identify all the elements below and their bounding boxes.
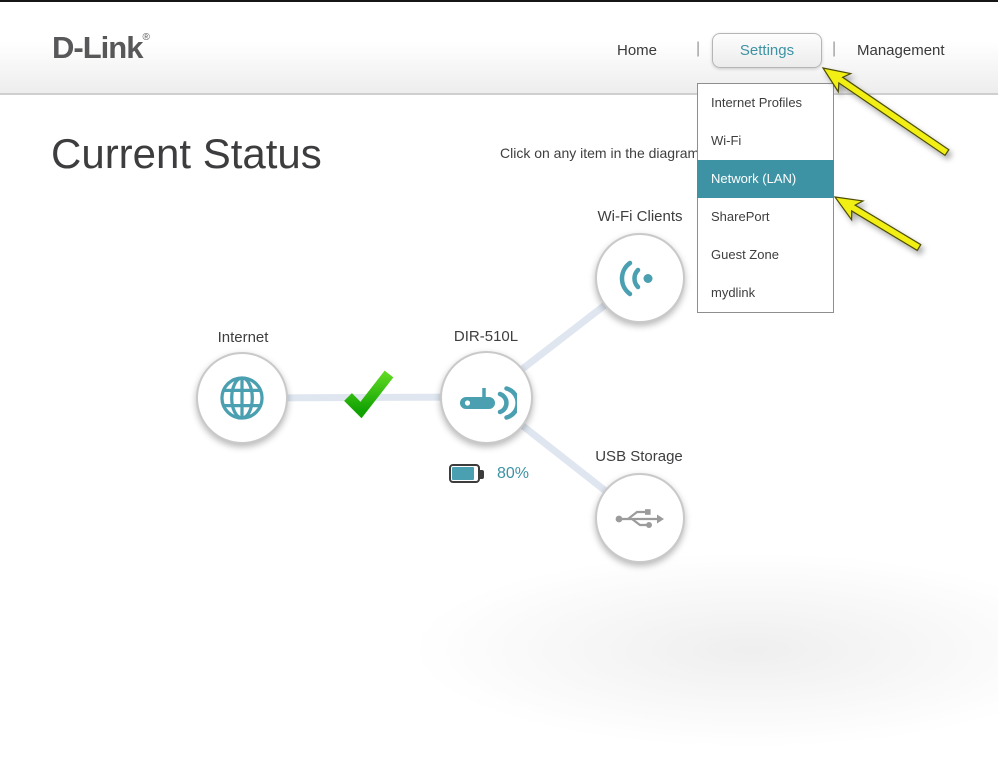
battery-icon: [449, 464, 480, 483]
dlink-logo: D-Link®: [52, 30, 150, 66]
usb-storage-node[interactable]: [595, 473, 685, 563]
globe-icon: [216, 372, 268, 424]
nav-separator: |: [832, 40, 836, 58]
router-icon: [457, 374, 517, 422]
nav-separator: |: [696, 40, 700, 58]
nav-settings-button[interactable]: Settings: [712, 33, 822, 68]
wifi-clients-label: Wi-Fi Clients: [598, 208, 683, 225]
registered-mark: ®: [142, 32, 149, 43]
nav-home[interactable]: Home: [617, 42, 657, 59]
router-label: DIR-510L: [454, 328, 518, 345]
header-bar: D-Link® Home | Settings | Management: [0, 0, 998, 95]
battery-fill: [452, 467, 474, 480]
nav-management[interactable]: Management: [857, 42, 945, 59]
settings-dropdown-menu: Internet Profiles Wi-Fi Network (LAN) Sh…: [697, 83, 834, 313]
connected-check-icon: [343, 369, 395, 419]
usb-icon: [612, 501, 668, 535]
wifi-icon: [617, 256, 663, 300]
internet-node[interactable]: [196, 352, 288, 444]
menu-item-mydlink[interactable]: mydlink: [698, 274, 833, 312]
usb-storage-label: USB Storage: [595, 448, 683, 465]
battery-nub: [480, 470, 484, 479]
menu-item-wifi[interactable]: Wi-Fi: [698, 122, 833, 160]
battery-percent: 80%: [497, 465, 529, 483]
menu-item-internet-profiles[interactable]: Internet Profiles: [698, 84, 833, 122]
internet-label: Internet: [218, 329, 269, 346]
menu-item-network-lan[interactable]: Network (LAN): [697, 160, 834, 198]
wifi-clients-node[interactable]: [595, 233, 685, 323]
menu-item-shareport[interactable]: SharePort: [698, 198, 833, 236]
menu-item-guest-zone[interactable]: Guest Zone: [698, 236, 833, 274]
window-top-edge: [0, 0, 998, 2]
router-node[interactable]: [440, 351, 533, 444]
